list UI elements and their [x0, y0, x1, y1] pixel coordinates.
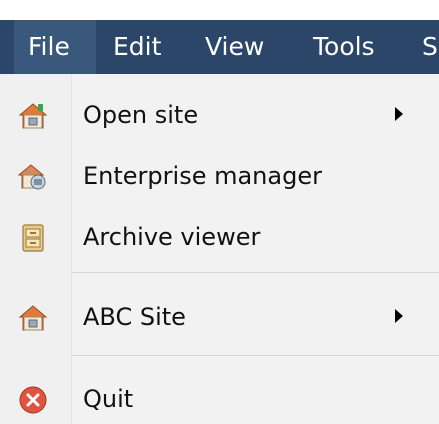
menu-item-label: ABC Site [83, 303, 186, 331]
submenu-arrow-icon [395, 309, 403, 323]
window-top-edge [0, 0, 439, 20]
menu-view[interactable]: View [205, 20, 264, 74]
enterprise-icon [17, 162, 48, 192]
menu-item-label: Open site [83, 101, 199, 129]
house-icon [18, 101, 48, 131]
menu-item-enterprise-manager[interactable]: Enterprise manager [0, 152, 439, 200]
menu-edit[interactable]: Edit [113, 20, 161, 74]
menu-tools[interactable]: Tools [313, 20, 375, 74]
menu-item-label: Quit [83, 385, 134, 413]
menu-item-label: Enterprise manager [83, 162, 322, 190]
menu-separator [72, 272, 439, 273]
menu-item-abc-site[interactable]: ABC Site [0, 293, 439, 341]
house-icon [18, 303, 48, 333]
quit-icon [18, 385, 48, 415]
menu-separator [72, 355, 439, 356]
menu-item-label: Archive viewer [83, 223, 261, 251]
menu-partial[interactable]: S [422, 20, 438, 74]
menu-item-archive-viewer[interactable]: Archive viewer [0, 213, 439, 261]
file-menu-dropdown: Open site Enterprise manager Archive vie… [0, 74, 439, 424]
submenu-arrow-icon [395, 107, 403, 121]
menu-item-quit[interactable]: Quit [0, 375, 439, 423]
archive-icon [18, 223, 48, 253]
menu-file[interactable]: File [14, 20, 96, 74]
menu-bar: File Edit View Tools S [0, 20, 439, 74]
menu-item-open-site[interactable]: Open site [0, 91, 439, 139]
